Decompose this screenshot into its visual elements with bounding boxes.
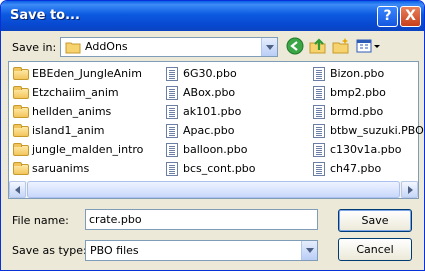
title-bar[interactable]: Save to... ? X [1, 1, 424, 31]
list-item-name: saruanims [32, 162, 90, 175]
list-item-name: hellden_anims [32, 105, 112, 118]
file-icon [313, 86, 325, 100]
close-button[interactable]: X [400, 6, 421, 27]
file-icon [313, 67, 325, 81]
folder-icon [13, 162, 29, 175]
new-folder-icon[interactable] [331, 36, 351, 56]
scroll-thumb[interactable] [27, 181, 400, 198]
file-icon [166, 67, 178, 81]
file-icon [166, 143, 178, 157]
list-item-name: Bizon.pbo [330, 67, 385, 80]
file-icon [313, 162, 325, 176]
scroll-left-button[interactable] [9, 181, 26, 198]
cancel-button[interactable]: Cancel [338, 238, 412, 261]
list-item-name: c130v1a.pbo [330, 143, 402, 156]
window-title: Save to... [10, 8, 80, 23]
list-item-name: Etzchaiim_anim [32, 86, 119, 99]
folder-icon [65, 41, 81, 54]
file-icon [313, 105, 325, 119]
save-in-label: Save in: [12, 41, 57, 54]
list-item-name: brmd.pbo [330, 105, 384, 118]
file-icon [166, 86, 178, 100]
file-icon [166, 124, 178, 138]
file-name-input[interactable] [89, 213, 309, 226]
file-icon [166, 105, 178, 119]
file-name-label: File name: [12, 214, 69, 227]
list-item-name: island1_anim [32, 124, 105, 137]
help-button[interactable]: ? [377, 6, 398, 27]
folder-icon [13, 105, 29, 118]
back-icon[interactable] [285, 36, 305, 56]
file-icon [313, 124, 325, 138]
list-item-name: Apac.pbo [183, 124, 235, 137]
list-item-name: bmp2.pbo [330, 86, 386, 99]
save-in-dropdown[interactable]: AddOns [60, 37, 278, 57]
list-item-name: balloon.pbo [183, 143, 248, 156]
save-as-type-label: Save as type: [12, 244, 87, 257]
up-folder-icon[interactable] [308, 36, 328, 56]
save-as-type-dropdown[interactable]: PBO files [85, 240, 318, 261]
list-item-name: ABox.pbo [183, 86, 236, 99]
horizontal-scrollbar[interactable] [9, 181, 418, 198]
list-item-name: bcs_cont.pbo [183, 162, 256, 175]
file-list[interactable]: EBEden_JungleAnim Etzchaiim_anim hellden_a… [8, 61, 424, 199]
list-item-name: btbw_suzuki.PBO [330, 124, 424, 137]
list-item-name: ch47.pbo [330, 162, 382, 175]
folder-icon [13, 143, 29, 156]
file-icon [166, 162, 178, 176]
folder-icon [13, 124, 29, 137]
scroll-right-button[interactable] [401, 181, 418, 198]
list-item-name: jungle_malden_intro [32, 143, 144, 156]
save-as-type-value: PBO files [90, 244, 139, 257]
save-dialog: Save to... ? X Save in: AddOns EBEden_Ju… [0, 0, 425, 271]
chevron-down-icon[interactable] [301, 241, 317, 260]
file-icon [313, 143, 325, 157]
folder-icon [13, 67, 29, 80]
current-folder: AddOns [85, 40, 128, 53]
list-item-name: EBEden_JungleAnim [32, 67, 142, 80]
save-button[interactable]: Save [338, 209, 412, 232]
list-item-name: 6G30.pbo [183, 67, 237, 80]
chevron-down-icon[interactable] [261, 38, 277, 56]
list-item-name: ak101.pbo [183, 105, 242, 118]
file-name-field[interactable] [85, 209, 318, 230]
folder-icon [13, 86, 29, 99]
view-menu-icon[interactable] [355, 36, 381, 56]
